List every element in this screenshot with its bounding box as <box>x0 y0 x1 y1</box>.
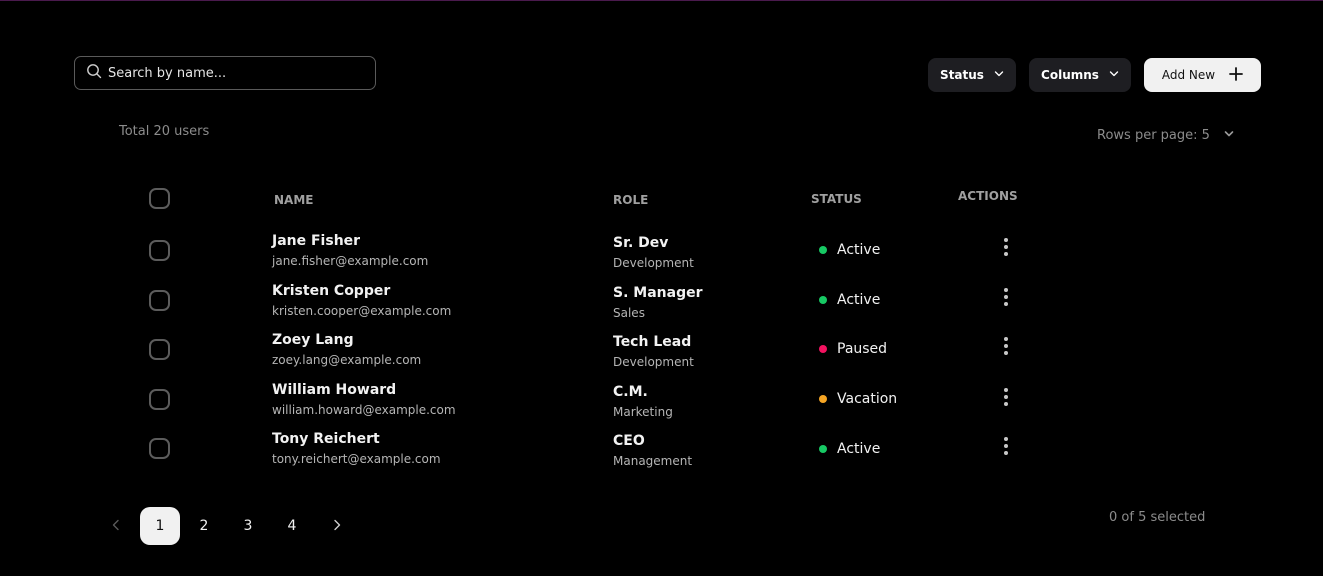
add-new-label: Add New <box>1161 68 1216 82</box>
status-label: Vacation <box>837 391 898 407</box>
status-dot <box>819 445 827 453</box>
rows-per-page-select[interactable]: Rows per page: 5 <box>1097 128 1234 143</box>
page-button-4[interactable]: 4 <box>272 507 312 545</box>
top-border <box>0 0 1323 1</box>
user-email: jane.fisher@example.com <box>272 254 429 268</box>
status-dot <box>819 296 827 304</box>
page-button-2[interactable]: 2 <box>184 507 224 545</box>
columns-filter-button[interactable]: Columns <box>1029 58 1131 92</box>
user-department: Marketing <box>613 405 673 419</box>
status-label: Active <box>837 242 881 258</box>
more-vertical-icon[interactable] <box>996 335 1016 357</box>
status-label: Active <box>837 292 881 308</box>
status-dot <box>819 345 827 353</box>
status-badge: Active <box>819 242 880 258</box>
selection-count: 0 of 5 selected <box>1109 510 1206 525</box>
column-header-actions: ACTIONS <box>958 189 1018 203</box>
more-vertical-icon[interactable] <box>996 386 1016 408</box>
user-department: Management <box>613 454 693 468</box>
user-role: C.M. <box>613 384 648 400</box>
chevron-down-icon <box>1224 128 1234 143</box>
chevron-left-icon[interactable] <box>108 517 124 533</box>
user-role: CEO <box>613 433 645 449</box>
search-icon <box>86 63 102 83</box>
page-button-3[interactable]: 3 <box>228 507 268 545</box>
more-vertical-icon[interactable] <box>996 435 1016 457</box>
plus-icon <box>1229 66 1244 84</box>
status-badge: Paused <box>819 341 887 357</box>
columns-filter-label: Columns <box>1041 68 1099 82</box>
status-badge: Vacation <box>819 391 897 407</box>
user-department: Development <box>613 256 694 270</box>
user-email: william.howard@example.com <box>272 403 456 417</box>
status-label: Active <box>837 441 881 457</box>
rows-per-page-label: Rows per page: 5 <box>1097 128 1210 143</box>
status-filter-label: Status <box>940 68 984 82</box>
search-box[interactable] <box>74 56 376 90</box>
status-dot <box>819 246 827 254</box>
more-vertical-icon[interactable] <box>996 236 1016 258</box>
user-name: Tony Reichert <box>272 431 380 447</box>
status-filter-button[interactable]: Status <box>928 58 1016 92</box>
chevron-down-icon <box>1109 68 1119 82</box>
page-button-1[interactable]: 1 <box>140 507 180 545</box>
user-role: S. Manager <box>613 285 703 301</box>
user-role: Tech Lead <box>613 334 692 350</box>
more-vertical-icon[interactable] <box>996 286 1016 308</box>
user-email: tony.reichert@example.com <box>272 452 441 466</box>
row-checkbox[interactable] <box>149 339 170 360</box>
chevron-right-icon[interactable] <box>329 517 345 533</box>
user-email: kristen.cooper@example.com <box>272 304 452 318</box>
total-users: Total 20 users <box>119 124 210 139</box>
status-badge: Active <box>819 441 880 457</box>
user-name: Kristen Copper <box>272 283 391 299</box>
add-new-button[interactable]: Add New <box>1144 58 1261 92</box>
search-input[interactable] <box>108 65 368 81</box>
column-header-name[interactable]: NAME <box>274 193 313 207</box>
column-header-status[interactable]: STATUS <box>811 192 862 206</box>
column-header-role[interactable]: ROLE <box>613 193 648 207</box>
user-name: Jane Fisher <box>272 233 361 249</box>
user-name: Zoey Lang <box>272 332 354 348</box>
select-all-checkbox[interactable] <box>149 188 170 209</box>
chevron-down-icon <box>994 68 1004 82</box>
status-label: Paused <box>837 341 888 357</box>
status-dot <box>819 395 827 403</box>
user-role: Sr. Dev <box>613 235 669 251</box>
user-name: William Howard <box>272 382 397 398</box>
row-checkbox[interactable] <box>149 240 170 261</box>
row-checkbox[interactable] <box>149 389 170 410</box>
user-email: zoey.lang@example.com <box>272 353 422 367</box>
row-checkbox[interactable] <box>149 438 170 459</box>
status-badge: Active <box>819 292 880 308</box>
row-checkbox[interactable] <box>149 290 170 311</box>
user-department: Sales <box>613 306 645 320</box>
user-department: Development <box>613 355 694 369</box>
